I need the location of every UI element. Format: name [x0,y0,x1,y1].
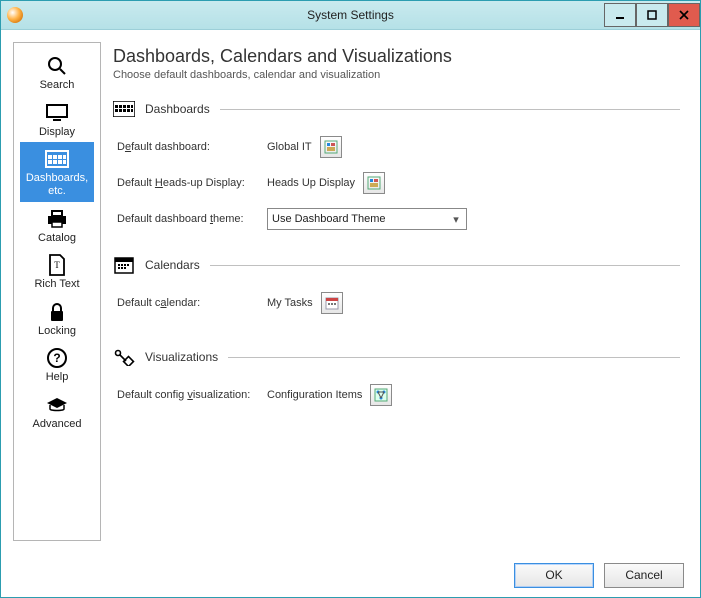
label-default-config-viz: Default config visualization: [117,389,267,401]
label-default-hud: Default Heads-up Display: [117,177,267,189]
row-default-theme: Default dashboard theme: Use Dashboard T… [117,207,680,231]
body: Search Display Dashboards, etc. Catalog … [1,30,700,553]
sidebar-item-label: Search [40,79,75,92]
picker-default-dashboard[interactable] [320,136,342,158]
row-default-calendar: Default calendar: My Tasks [117,291,680,315]
text-file-icon: T [44,254,70,276]
cancel-button[interactable]: Cancel [604,563,684,588]
window-root: System Settings Search Display Dashboard… [0,0,701,598]
sidebar-item-display[interactable]: Display [20,96,94,143]
sidebar-item-locking[interactable]: Locking [20,295,94,342]
ok-button[interactable]: OK [514,563,594,588]
sidebar-item-label: Display [39,126,75,139]
section-title: Calendars [145,258,200,272]
sidebar-item-help[interactable]: ? Help [20,341,94,388]
sidebar-item-catalog[interactable]: Catalog [20,202,94,249]
sidebar-item-label: Catalog [38,232,76,245]
picker-default-config-viz[interactable] [370,384,392,406]
printer-icon [44,208,70,230]
row-default-dashboard: Default dashboard: Global IT [117,135,680,159]
sidebar-item-label: Help [46,371,69,384]
label-default-dashboard: Default dashboard: [117,141,267,153]
label-default-calendar: Default calendar: [117,297,267,309]
sidebar-item-label: Advanced [33,418,82,431]
window-title: System Settings [1,8,700,22]
value-default-dashboard: Global IT [267,141,312,153]
row-default-config-viz: Default config visualization: Configurat… [117,383,680,407]
titlebar[interactable]: System Settings [1,1,700,30]
graduation-cap-icon [44,394,70,416]
row-default-hud: Default Heads-up Display: Heads Up Displ… [117,171,680,195]
picker-default-calendar[interactable] [321,292,343,314]
section-title: Visualizations [145,350,218,364]
sidebar-item-richtext[interactable]: T Rich Text [20,248,94,295]
combo-value: Use Dashboard Theme [272,213,386,225]
value-default-config-viz: Configuration Items [267,389,362,401]
sidebar-item-label: Rich Text [34,278,79,291]
section-calendars-header: Calendars [113,255,680,275]
section-visualizations-header: Visualizations [113,347,680,367]
sidebar-item-dashboards[interactable]: Dashboards, etc. [20,142,94,201]
dashboard-icon [113,99,135,119]
section-dashboards-header: Dashboards [113,99,680,119]
section-title: Dashboards [145,102,210,116]
divider [228,357,680,358]
value-default-hud: Heads Up Display [267,177,355,189]
divider [210,265,680,266]
monitor-icon [44,102,70,124]
combo-default-theme[interactable]: Use Dashboard Theme ▾ [267,208,467,230]
sidebar-item-label: Locking [38,325,76,338]
lock-icon [44,301,70,323]
sidebar-item-search[interactable]: Search [20,49,94,96]
calendar-icon [113,255,135,275]
chevron-down-icon: ▾ [449,212,463,226]
dashboard-icon [44,148,70,170]
main-panel: Dashboards, Calendars and Visualizations… [109,42,688,541]
value-default-calendar: My Tasks [267,297,313,309]
sidebar-item-label: Dashboards, etc. [20,172,94,197]
visualization-icon [113,347,135,367]
picker-default-hud[interactable] [363,172,385,194]
page-title: Dashboards, Calendars and Visualizations [113,46,680,67]
sidebar: Search Display Dashboards, etc. Catalog … [13,42,101,541]
client-area: Search Display Dashboards, etc. Catalog … [1,30,700,597]
label-default-theme: Default dashboard theme: [117,213,267,225]
page-subtitle: Choose default dashboards, calendar and … [113,69,680,81]
svg-text:T: T [54,260,60,270]
footer: OK Cancel [1,553,700,597]
svg-text:?: ? [53,351,60,365]
help-icon: ? [44,347,70,369]
sidebar-item-advanced[interactable]: Advanced [20,388,94,435]
divider [220,109,680,110]
search-icon [44,55,70,77]
